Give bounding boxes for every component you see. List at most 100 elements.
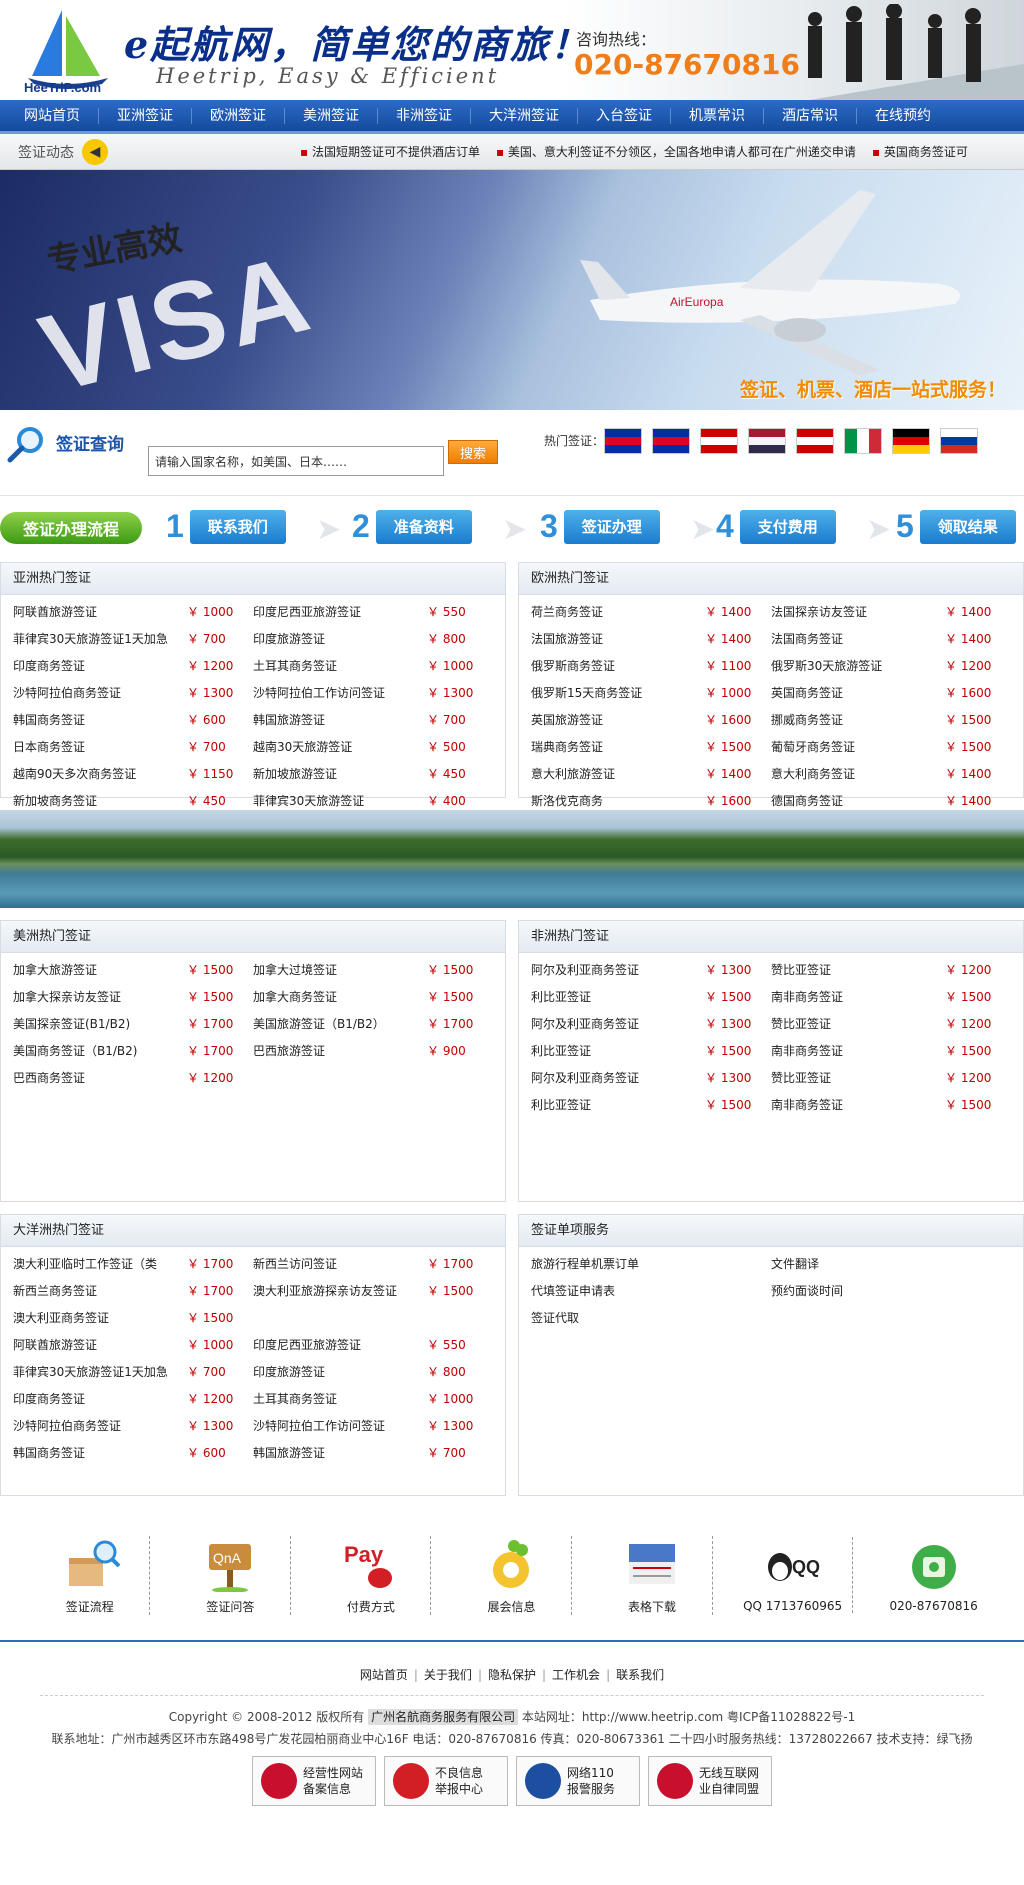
- visa-row[interactable]: 新西兰访问签证 ￥ 1700: [253, 1251, 493, 1278]
- italy-flag[interactable]: [844, 428, 882, 454]
- visa-row[interactable]: 新西兰商务签证 ￥ 1700: [13, 1278, 253, 1305]
- visa-name[interactable]: 土耳其商务签证: [253, 1386, 337, 1413]
- visa-name[interactable]: 俄罗斯商务签证: [531, 653, 615, 680]
- hero-banner[interactable]: VISA 专业高效 AirEuropa 签证、机票、酒店一站式服务！: [0, 170, 1024, 410]
- trust-badge[interactable]: 不良信息 举报中心: [384, 1756, 508, 1806]
- visa-name[interactable]: 巴西商务签证: [13, 1065, 85, 1092]
- visa-row[interactable]: 荷兰商务签证 ￥ 1400: [531, 599, 771, 626]
- visa-name[interactable]: 美国旅游签证（B1/B2）: [253, 1011, 385, 1038]
- visa-row[interactable]: 加拿大旅游签证 ￥ 1500: [13, 957, 253, 984]
- visa-row[interactable]: 阿尔及利亚商务签证 ￥ 1300: [531, 1011, 771, 1038]
- visa-row[interactable]: 阿尔及利亚商务签证 ￥ 1300: [531, 957, 771, 984]
- visa-name[interactable]: 阿尔及利亚商务签证: [531, 1065, 639, 1092]
- visa-row[interactable]: 南非商务签证 ￥ 1500: [771, 984, 1011, 1011]
- visa-name[interactable]: 新加坡旅游签证: [253, 761, 337, 788]
- visa-name[interactable]: 菲律宾30天旅游签证1天加急: [13, 1359, 168, 1386]
- visa-name[interactable]: 阿联酋旅游签证: [13, 599, 97, 626]
- visa-name[interactable]: 法国探亲访友签证: [771, 599, 867, 626]
- footer-link-box-search[interactable]: 签证流程: [30, 1535, 151, 1615]
- process-step-4[interactable]: 4 支付费用: [716, 508, 836, 545]
- nav-item-0[interactable]: 网站首页: [6, 107, 99, 124]
- nav-item-4[interactable]: 非洲签证: [378, 107, 471, 124]
- visa-row[interactable]: 加拿大商务签证 ￥ 1500: [253, 984, 493, 1011]
- process-step-3[interactable]: 3 签证办理: [540, 508, 660, 545]
- visa-name[interactable]: 利比亚签证: [531, 1038, 591, 1065]
- nav-item-9[interactable]: 在线预约: [857, 108, 949, 124]
- visa-name[interactable]: 阿联酋旅游签证: [13, 1332, 97, 1359]
- visa-row[interactable]: 菲律宾30天旅游签证1天加急 ￥ 700: [13, 1359, 253, 1386]
- nav-item-1[interactable]: 亚洲签证: [99, 107, 192, 124]
- visa-row[interactable]: 俄罗斯商务签证 ￥ 1100: [531, 653, 771, 680]
- visa-name[interactable]: 利比亚签证: [531, 984, 591, 1011]
- visa-row[interactable]: 挪威商务签证 ￥ 1500: [771, 707, 1011, 734]
- visa-row[interactable]: 南非商务签证 ￥ 1500: [771, 1038, 1011, 1065]
- visa-name[interactable]: 印度尼西亚旅游签证: [253, 599, 361, 626]
- visa-row[interactable]: 澳大利亚商务签证 ￥ 1500: [13, 1305, 253, 1332]
- visa-row[interactable]: 巴西商务签证 ￥ 1200: [13, 1065, 253, 1092]
- visa-row[interactable]: 加拿大过境签证 ￥ 1500: [253, 957, 493, 984]
- visa-name[interactable]: 阿尔及利亚商务签证: [531, 1011, 639, 1038]
- visa-row[interactable]: 沙特阿拉伯工作访问签证 ￥ 1300: [253, 1413, 493, 1440]
- process-step-5[interactable]: 5 领取结果: [896, 508, 1016, 545]
- visa-name[interactable]: 加拿大商务签证: [253, 984, 337, 1011]
- visa-row[interactable]: 菲律宾30天旅游签证1天加急 ￥ 700: [13, 626, 253, 653]
- footer-link-clover[interactable]: 展会信息: [452, 1535, 572, 1615]
- visa-row[interactable]: [253, 1305, 493, 1332]
- visa-row[interactable]: 日本商务签证 ￥ 700: [13, 734, 253, 761]
- visa-row[interactable]: 越南90天多次商务签证 ￥ 1150: [13, 761, 253, 788]
- malaysia-flag-2[interactable]: [796, 428, 834, 454]
- process-step-1[interactable]: 1 联系我们: [166, 508, 286, 545]
- nav-item-6[interactable]: 入台签证: [578, 107, 671, 124]
- ticker-item[interactable]: 英国商务签证可: [872, 143, 968, 160]
- trust-badge[interactable]: 网络110 报警服务: [516, 1756, 640, 1806]
- visa-row[interactable]: 赞比亚签证 ￥ 1200: [771, 1065, 1011, 1092]
- visa-name[interactable]: 印度商务签证: [13, 1386, 85, 1413]
- footer-link-form-download[interactable]: 表格下载: [593, 1535, 713, 1615]
- visa-row[interactable]: 利比亚签证 ￥ 1500: [531, 984, 771, 1011]
- visa-row[interactable]: 韩国旅游签证 ￥ 700: [253, 1440, 493, 1467]
- visa-name[interactable]: 南非商务签证: [771, 1092, 843, 1119]
- ticker-item[interactable]: 美国、意大利签证不分领区，全国各地申请人都可在广州递交申请: [496, 143, 856, 160]
- visa-name[interactable]: 文件翻译: [771, 1251, 819, 1278]
- footer-link-qna-sign[interactable]: QnA 签证问答: [171, 1535, 291, 1615]
- visa-name[interactable]: 印度商务签证: [13, 653, 85, 680]
- step-label[interactable]: 准备资料: [375, 509, 472, 544]
- visa-row[interactable]: 俄罗斯15天商务签证 ￥ 1000: [531, 680, 771, 707]
- visa-row[interactable]: 美国探亲签证(B1/B2) ￥ 1700: [13, 1011, 253, 1038]
- visa-name[interactable]: 新西兰商务签证: [13, 1278, 97, 1305]
- visa-row[interactable]: 新加坡旅游签证 ￥ 450: [253, 761, 493, 788]
- visa-name[interactable]: 赞比亚签证: [771, 1065, 831, 1092]
- visa-name[interactable]: 意大利旅游签证: [531, 761, 615, 788]
- visa-row[interactable]: 沙特阿拉伯商务签证 ￥ 1300: [13, 1413, 253, 1440]
- ticker-item[interactable]: 法国短期签证可不提供酒店订单: [300, 143, 480, 160]
- visa-row[interactable]: 越南30天旅游签证 ￥ 500: [253, 734, 493, 761]
- visa-name[interactable]: 澳大利亚商务签证: [13, 1305, 109, 1332]
- footer-link-qq[interactable]: QQ QQ 1713760965: [733, 1537, 854, 1613]
- visa-row[interactable]: 沙特阿拉伯工作访问签证 ￥ 1300: [253, 680, 493, 707]
- visa-name[interactable]: 澳大利亚临时工作签证（类: [13, 1251, 157, 1278]
- visa-row[interactable]: 印度商务签证 ￥ 1200: [13, 1386, 253, 1413]
- visa-name[interactable]: 日本商务签证: [13, 734, 85, 761]
- visa-name[interactable]: 南非商务签证: [771, 1038, 843, 1065]
- visa-row[interactable]: 沙特阿拉伯商务签证 ￥ 1300: [13, 680, 253, 707]
- nav-item-3[interactable]: 美洲签证: [285, 107, 378, 124]
- step-label[interactable]: 联系我们: [189, 509, 286, 544]
- visa-row[interactable]: 赞比亚签证 ￥ 1200: [771, 1011, 1011, 1038]
- visa-row[interactable]: 意大利商务签证 ￥ 1400: [771, 761, 1011, 788]
- visa-name[interactable]: 预约面谈时间: [771, 1278, 843, 1305]
- visa-name[interactable]: 韩国商务签证: [13, 707, 85, 734]
- visa-name[interactable]: 美国探亲签证(B1/B2): [13, 1011, 130, 1038]
- footer-link[interactable]: 隐私保护: [482, 1668, 542, 1682]
- visa-name[interactable]: 沙特阿拉伯商务签证: [13, 1413, 121, 1440]
- visa-name[interactable]: 新西兰访问签证: [253, 1251, 337, 1278]
- visa-row[interactable]: 印度尼西亚旅游签证 ￥ 550: [253, 599, 493, 626]
- visa-name[interactable]: 法国旅游签证: [531, 626, 603, 653]
- visa-name[interactable]: 加拿大探亲访友签证: [13, 984, 121, 1011]
- footer-link[interactable]: 工作机会: [546, 1668, 606, 1682]
- visa-name[interactable]: 瑞典商务签证: [531, 734, 603, 761]
- footer-link[interactable]: 关于我们: [418, 1668, 478, 1682]
- nav-item-5[interactable]: 大洋洲签证: [471, 107, 578, 124]
- visa-row[interactable]: 美国旅游签证（B1/B2） ￥ 1700: [253, 1011, 493, 1038]
- nav-item-7[interactable]: 机票常识: [671, 107, 764, 124]
- visa-name[interactable]: 韩国商务签证: [13, 1440, 85, 1467]
